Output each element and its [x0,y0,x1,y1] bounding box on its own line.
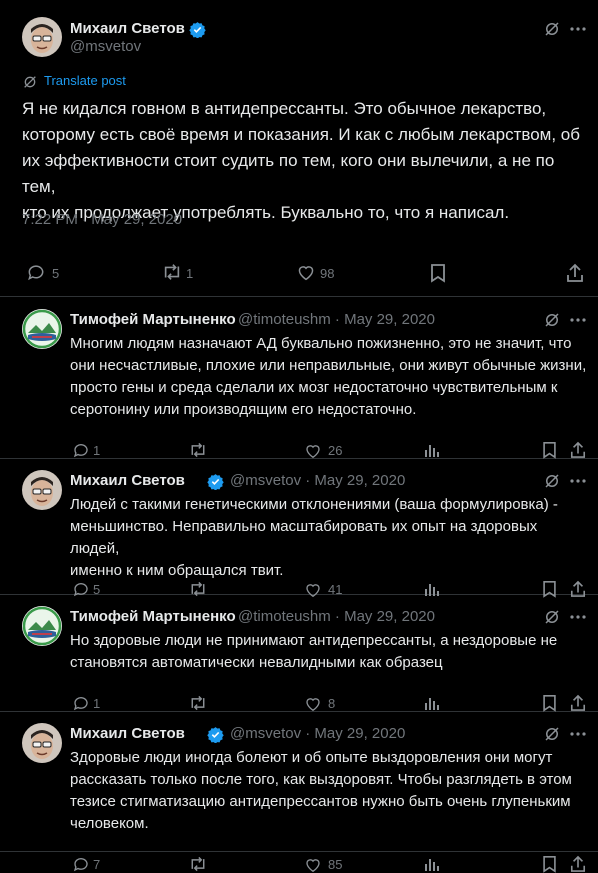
bookmark-icon[interactable] [542,441,557,459]
reply-count: 1 [93,443,101,458]
views-icon[interactable] [424,695,440,711]
like-count: 85 [328,857,343,872]
author-avatar[interactable] [22,17,62,57]
grok-icon[interactable] [543,20,561,38]
reply-icon[interactable] [72,441,90,459]
author-meta[interactable]: @timoteushm · May 29, 2020 [238,311,435,328]
repost-icon[interactable] [188,855,208,873]
grok-icon[interactable] [543,472,561,490]
main-post: Михаил Светов @msvetov Translate post Я … [0,0,598,297]
author-handle[interactable]: @msvetov [70,38,141,55]
share-icon[interactable] [570,694,586,712]
reply-post[interactable]: Тимофей Мартыненко @timoteushm · May 29,… [0,297,598,459]
reply-icon[interactable] [72,694,90,712]
like-count: 26 [328,443,343,458]
author-name[interactable]: Михаил Светов [70,20,185,37]
author-name[interactable]: Михаил Светов [70,725,185,742]
views-icon[interactable] [424,442,440,458]
like-icon[interactable] [304,442,322,459]
author-name[interactable]: Тимофей Мартыненко [70,311,236,328]
reply-post[interactable]: Михаил Светов @msvetov · May 29, 2020 Зд… [0,711,598,873]
bookmark-icon[interactable] [542,694,557,712]
grok-icon[interactable] [543,608,561,626]
like-count: 8 [328,696,336,711]
verified-icon [189,21,206,38]
reply-count: 7 [93,857,101,872]
post-text: Я не кидался говном в антидепрессанты. Э… [22,99,580,222]
author-name[interactable]: Михаил Светов [70,472,185,489]
share-icon[interactable] [570,441,586,459]
post-timestamp[interactable]: 7:22 PM · May 29, 2020 [22,211,182,228]
more-icon[interactable] [570,26,586,32]
like-icon[interactable] [304,695,322,712]
author-name[interactable]: Тимофей Мартыненко [70,608,236,625]
repost-count: 1 [186,266,194,281]
author-avatar[interactable] [22,470,62,510]
views-icon[interactable] [424,856,440,872]
reply-post[interactable]: Михаил Светов @msvetov · May 29, 2020 Лю… [0,458,598,598]
verified-icon [207,726,224,743]
more-icon[interactable] [570,478,586,484]
author-meta[interactable]: @msvetov · May 29, 2020 [230,472,405,489]
grok-icon[interactable] [543,311,561,329]
like-icon[interactable] [304,856,322,873]
reply-count: 1 [93,696,101,711]
reply-icon[interactable] [72,855,90,873]
reply-count: 5 [52,266,60,281]
author-avatar[interactable] [22,723,62,763]
author-meta[interactable]: @msvetov · May 29, 2020 [230,725,405,742]
reply-post[interactable]: Тимофей Мартыненко @timoteushm · May 29,… [0,594,598,712]
repost-icon[interactable] [188,441,208,459]
reply-icon[interactable] [26,262,46,282]
translate-icon [22,74,38,90]
repost-icon[interactable] [161,262,183,282]
reply-text: Людей с такими генетическими отклонениям… [70,496,558,579]
author-avatar[interactable] [22,606,62,646]
reply-text: Здоровые люди иногда болеют и об опыте в… [70,749,572,832]
repost-icon[interactable] [188,694,208,712]
author-meta[interactable]: @timoteushm · May 29, 2020 [238,608,435,625]
verified-icon [207,473,224,490]
grok-icon[interactable] [543,725,561,743]
like-count: 98 [320,266,335,281]
reply-text: Многим людям назначают АД буквально пожи… [70,335,587,418]
reply-text: Но здоровые люди не принимают антидепрес… [70,632,558,671]
bookmark-icon[interactable] [542,855,557,873]
share-icon[interactable] [570,855,586,873]
more-icon[interactable] [570,731,586,737]
more-icon[interactable] [570,317,586,323]
share-icon[interactable] [566,263,584,283]
more-icon[interactable] [570,614,586,620]
like-icon[interactable] [296,263,316,281]
author-avatar[interactable] [22,309,62,349]
translate-post-link[interactable]: Translate post [44,73,126,88]
bookmark-icon[interactable] [430,263,446,283]
